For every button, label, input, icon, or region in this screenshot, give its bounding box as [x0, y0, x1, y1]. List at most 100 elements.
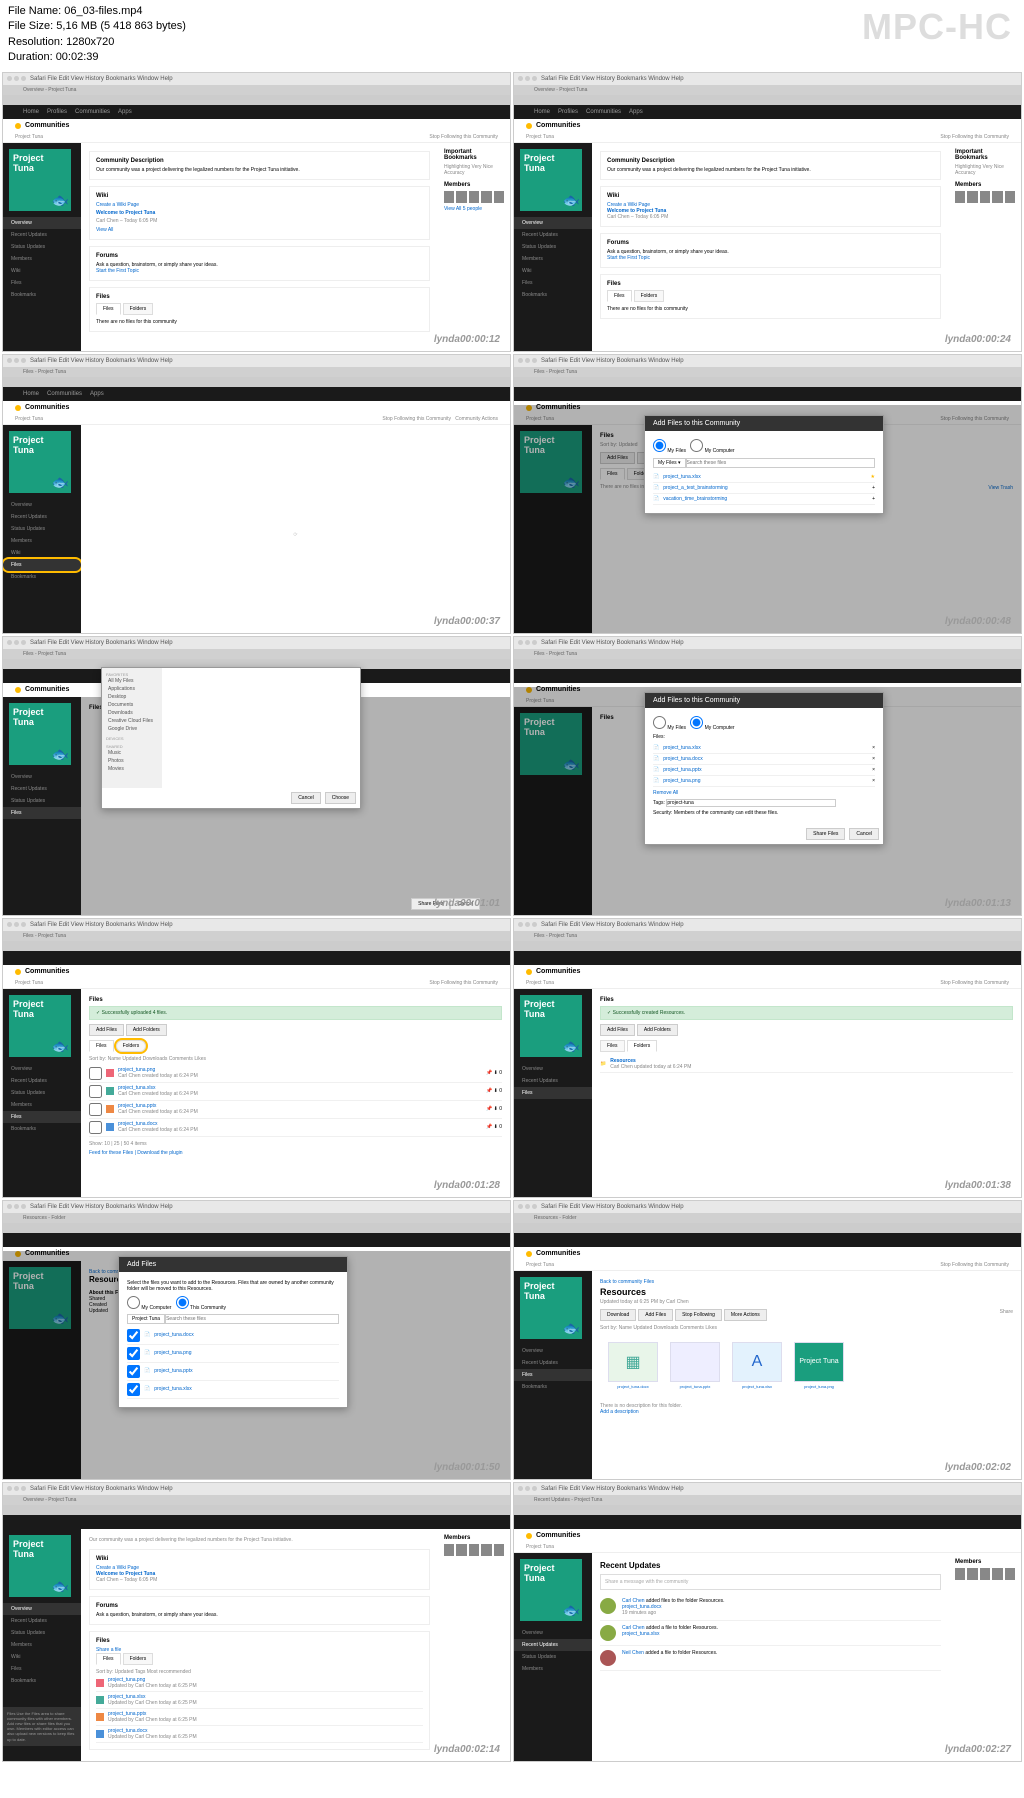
- thumbnail-grid: Safari File Edit View History Bookmarks …: [0, 70, 1024, 1764]
- stop-following-button[interactable]: Stop Following: [675, 1309, 722, 1321]
- nav-home[interactable]: Home: [23, 109, 39, 115]
- cancel-button[interactable]: Cancel: [849, 828, 879, 840]
- add-files-button[interactable]: Add Files: [638, 1309, 673, 1321]
- file-row[interactable]: project_tuna.docxCarl Chen created today…: [89, 1119, 502, 1137]
- file-thumb[interactable]: Project Tunaproject_tuna.png: [794, 1342, 844, 1389]
- right-column: Important Bookmarks Highlighting Very Ni…: [438, 143, 510, 352]
- nav-communities[interactable]: Communities: [75, 109, 110, 115]
- search-files-input[interactable]: [686, 458, 875, 468]
- project-logo: Project Tuna🐟: [9, 149, 71, 211]
- finder-item[interactable]: All My Files: [106, 677, 158, 685]
- sidebar-item-bookmarks[interactable]: Bookmarks: [3, 289, 81, 301]
- avatar[interactable]: [456, 191, 466, 203]
- nav-profiles[interactable]: Profiles: [47, 109, 67, 115]
- timestamp: lynda00:00:12: [434, 334, 500, 345]
- members-header: Members: [444, 182, 504, 188]
- sidebar-item-overview[interactable]: Overview: [3, 217, 81, 229]
- avatar[interactable]: [481, 191, 491, 203]
- choose-button[interactable]: Choose: [325, 792, 356, 804]
- view-all-members[interactable]: View All 5 people: [444, 206, 504, 212]
- forums-start-link[interactable]: Start the First Topic: [96, 268, 423, 274]
- member-avatars: [444, 191, 504, 203]
- fish-icon: 🐟: [52, 192, 69, 209]
- thumbnail-2: Safari File Edit View History Bookmarks …: [513, 72, 1022, 352]
- wiki-author: Carl Chen – Today 6:05 PM: [96, 218, 423, 224]
- files-header: Files: [96, 294, 423, 300]
- wiki-welcome-link[interactable]: Welcome to Project Tuna: [96, 208, 423, 218]
- sub-bar: Project TunaStop Following this Communit…: [3, 133, 510, 143]
- tags-input[interactable]: [666, 799, 836, 807]
- file-thumb[interactable]: project_tuna.pptx: [670, 1342, 720, 1389]
- loading-spinner-icon: ⟳: [293, 532, 297, 538]
- modal-title: Add Files to this Community: [645, 416, 883, 431]
- radio-my-files[interactable]: [653, 439, 666, 452]
- update-item: Carl Chen added files to the folder Reso…: [600, 1594, 941, 1621]
- avatar[interactable]: [600, 1625, 616, 1641]
- files-tooltip: Files Use the Files area to share commun…: [3, 1707, 81, 1746]
- mac-menubar: Safari File Edit View History Bookmarks …: [3, 73, 510, 85]
- thumbnail-8: Safari File Edit View History Bookmarks …: [513, 918, 1022, 1198]
- app-navbar: Home Profiles Communities Apps: [3, 105, 510, 119]
- more-actions-button[interactable]: More Actions: [724, 1309, 767, 1321]
- avatar[interactable]: [469, 191, 479, 203]
- browser-titlebar: Overview - Project Tuna: [3, 85, 510, 95]
- view-all-link[interactable]: View All: [96, 227, 423, 233]
- thumbnail-12: Safari File Edit View History Bookmarks …: [513, 1482, 1022, 1762]
- folder-row[interactable]: 📁ResourcesCarl Chen updated today at 6:2…: [600, 1056, 1013, 1073]
- bookmarks-header: Important Bookmarks: [444, 149, 504, 161]
- thumbnail-6: Safari File Edit View History Bookmarks …: [513, 636, 1022, 916]
- sidebar-item-members[interactable]: Members: [3, 253, 81, 265]
- file-thumb[interactable]: ▦project_tuna.docx: [608, 1342, 658, 1389]
- remove-all-link[interactable]: Remove All: [653, 790, 875, 796]
- forums-header: Forums: [96, 253, 423, 259]
- community-sidebar: Project Tuna🐟 Overview Recent Updates St…: [3, 143, 81, 352]
- recent-updates-header: Recent Updates: [600, 1561, 941, 1570]
- bulb-icon: [15, 123, 21, 129]
- file-row[interactable]: project_tuna.xlsxCarl Chen created today…: [89, 1083, 502, 1101]
- watermark: MPC-HC: [862, 2, 1012, 52]
- file-row[interactable]: project_tuna.pptxCarl Chen created today…: [89, 1101, 502, 1119]
- nav-apps[interactable]: Apps: [118, 109, 132, 115]
- update-item: Carl Chen added a file to folder Resourc…: [600, 1621, 941, 1646]
- finder-dialog: FAVORITES All My Files Applications Desk…: [101, 667, 361, 809]
- wiki-header: Wiki: [96, 193, 423, 199]
- file-info-header: File Name: 06_03-files.mp4 File Size: 5,…: [0, 0, 1024, 70]
- thumbnail-11: Safari File Edit View History Bookmarks …: [2, 1482, 511, 1762]
- thumbnail-5: Safari File Edit View History Bookmarks …: [2, 636, 511, 916]
- duration: Duration: 00:02:39: [8, 50, 1016, 65]
- download-button[interactable]: Download: [600, 1309, 636, 1321]
- sidebar-item-recent[interactable]: Recent Updates: [3, 229, 81, 241]
- share-files-button[interactable]: Share Files: [806, 828, 845, 840]
- thumbnail-7: Safari File Edit View History Bookmarks …: [2, 918, 511, 1198]
- tab-folders[interactable]: Folders: [123, 303, 154, 315]
- thumbnail-4: Safari File Edit View History Bookmarks …: [513, 354, 1022, 634]
- main-content: Community Description Our community was …: [81, 143, 438, 352]
- success-message: ✓ Successfully uploaded 4 files.: [89, 1006, 502, 1020]
- share-message-input[interactable]: Share a message with the community: [600, 1574, 941, 1590]
- thumbnail-10: Safari File Edit View History Bookmarks …: [513, 1200, 1022, 1480]
- thumbnail-1: Safari File Edit View History Bookmarks …: [2, 72, 511, 352]
- files-empty: There are no files for this community: [96, 319, 423, 325]
- cancel-button[interactable]: Cancel: [291, 792, 321, 804]
- add-files-modal: Add Files to this Community My Files My …: [644, 415, 884, 514]
- communities-header: Communities: [3, 119, 510, 133]
- bookmarks-text: Highlighting Very Nice Accuracy: [444, 164, 504, 176]
- radio-my-computer[interactable]: [690, 439, 703, 452]
- sidebar-item-status[interactable]: Status Updates: [3, 241, 81, 253]
- avatar[interactable]: [600, 1650, 616, 1666]
- thumbnail-9: Safari File Edit View History Bookmarks …: [2, 1200, 511, 1480]
- desc-text: Our community was a project delivering t…: [96, 167, 423, 173]
- avatar[interactable]: [494, 191, 504, 203]
- sidebar-item-files[interactable]: Files: [3, 277, 81, 289]
- desc-header: Community Description: [96, 158, 423, 164]
- avatar[interactable]: [600, 1598, 616, 1614]
- file-row[interactable]: project_tuna.pngCarl Chen created today …: [89, 1065, 502, 1083]
- thumbnail-3: Safari File Edit View History Bookmarks …: [2, 354, 511, 634]
- file-thumb[interactable]: Aproject_tuna.xlsx: [732, 1342, 782, 1389]
- update-item: Neil Chen added a file to folder Resourc…: [600, 1646, 941, 1671]
- avatar[interactable]: [444, 191, 454, 203]
- sidebar-item-wiki[interactable]: Wiki: [3, 265, 81, 277]
- finder-sidebar: FAVORITES All My Files Applications Desk…: [102, 668, 162, 788]
- tab-files[interactable]: Files: [96, 303, 121, 315]
- browser-addressbar[interactable]: [3, 95, 510, 105]
